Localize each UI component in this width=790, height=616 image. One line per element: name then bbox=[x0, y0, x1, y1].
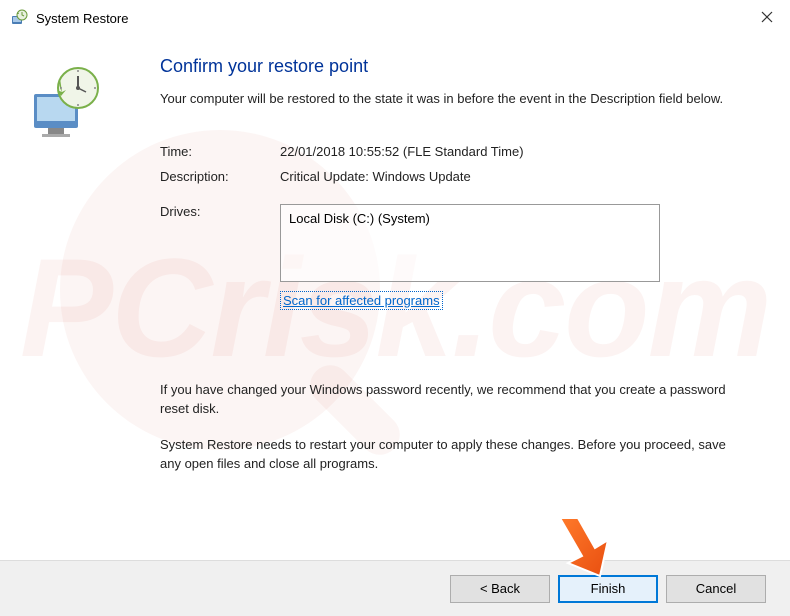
system-restore-icon bbox=[10, 9, 28, 27]
scan-link-row: Scan for affected programs bbox=[280, 292, 750, 310]
drives-label: Drives: bbox=[160, 204, 280, 282]
close-button[interactable] bbox=[758, 8, 776, 26]
drives-row: Drives: Local Disk (C:) (System) bbox=[160, 204, 750, 282]
description-value: Critical Update: Windows Update bbox=[280, 169, 471, 184]
titlebar: System Restore bbox=[0, 0, 790, 36]
window-title: System Restore bbox=[36, 11, 128, 26]
password-note: If you have changed your Windows passwor… bbox=[160, 380, 750, 419]
drive-item[interactable]: Local Disk (C:) (System) bbox=[289, 211, 651, 226]
back-button[interactable]: < Back bbox=[450, 575, 550, 603]
content-area: Confirm your restore point Your computer… bbox=[0, 36, 790, 540]
time-label: Time: bbox=[160, 144, 280, 159]
drives-listbox[interactable]: Local Disk (C:) (System) bbox=[280, 204, 660, 282]
button-footer: < Back Finish Cancel bbox=[0, 560, 790, 616]
wizard-icon-area bbox=[30, 56, 120, 540]
restart-note: System Restore needs to restart your com… bbox=[160, 435, 750, 474]
page-subheading: Your computer will be restored to the st… bbox=[160, 89, 750, 109]
scan-affected-programs-link[interactable]: Scan for affected programs bbox=[280, 291, 443, 310]
description-row: Description: Critical Update: Windows Up… bbox=[160, 169, 750, 184]
notes-area: If you have changed your Windows passwor… bbox=[160, 380, 750, 474]
time-row: Time: 22/01/2018 10:55:52 (FLE Standard … bbox=[160, 144, 750, 159]
cancel-button[interactable]: Cancel bbox=[666, 575, 766, 603]
main-panel: Confirm your restore point Your computer… bbox=[120, 56, 760, 540]
description-label: Description: bbox=[160, 169, 280, 184]
time-value: 22/01/2018 10:55:52 (FLE Standard Time) bbox=[280, 144, 524, 159]
finish-button[interactable]: Finish bbox=[558, 575, 658, 603]
page-heading: Confirm your restore point bbox=[160, 56, 750, 77]
restore-monitor-icon bbox=[30, 64, 104, 138]
